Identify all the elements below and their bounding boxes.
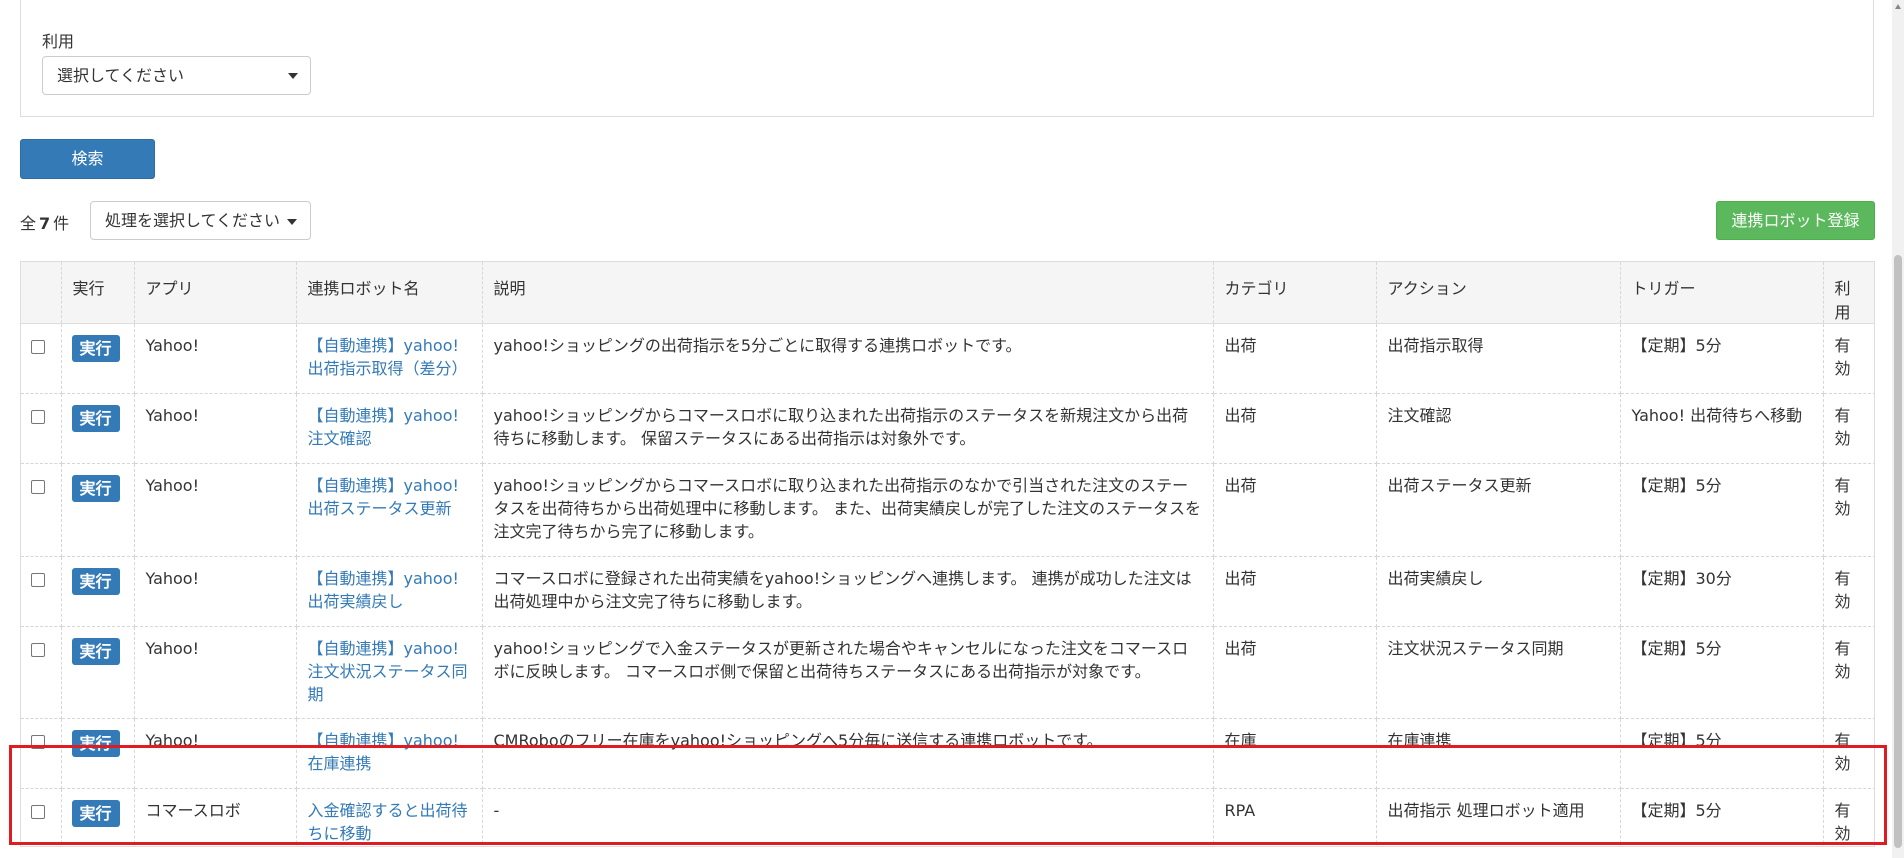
row-checkbox[interactable] bbox=[31, 805, 45, 819]
register-robot-button[interactable]: 連携ロボット登録 bbox=[1716, 201, 1875, 240]
table-row: 実行 コマースロボ 入金確認すると出荷待ちに移動 - RPA 出荷指示 処理ロボ… bbox=[21, 788, 1874, 846]
table-row: 実行 Yahoo! 【自動連携】yahoo!出荷ステータス更新 yahoo!ショ… bbox=[21, 463, 1874, 557]
cell-category: 出荷 bbox=[1213, 323, 1377, 394]
filter-panel: 利用 選択してください bbox=[20, 0, 1874, 117]
cell-app: Yahoo! bbox=[134, 323, 297, 394]
cell-app: Yahoo! bbox=[134, 393, 297, 464]
robot-name-link[interactable]: 【自動連携】yahoo!出荷実績戻し bbox=[308, 569, 459, 611]
usage-filter-value: 選択してください bbox=[57, 66, 185, 85]
table-row: 実行 Yahoo! 【自動連携】yahoo!在庫連携 CMRoboのフリー在庫を… bbox=[21, 718, 1874, 789]
cell-action: 在庫連携 bbox=[1376, 718, 1621, 789]
scroll-up-arrow-icon[interactable] bbox=[1895, 4, 1901, 9]
table-row: 実行 Yahoo! 【自動連携】yahoo!注文状況ステータス同期 yahoo!… bbox=[21, 626, 1874, 719]
chevron-down-icon bbox=[287, 219, 297, 225]
header-robot-name: 連携ロボット名 bbox=[296, 262, 483, 324]
row-checkbox[interactable] bbox=[31, 643, 45, 657]
robot-name-link[interactable]: 【自動連携】yahoo!在庫連携 bbox=[308, 731, 459, 773]
result-count-number: 7 bbox=[39, 214, 51, 233]
row-checkbox[interactable] bbox=[31, 735, 45, 749]
cell-trigger: 【定期】5分 bbox=[1620, 323, 1824, 394]
run-button[interactable]: 実行 bbox=[71, 568, 120, 595]
cell-trigger: 【定期】30分 bbox=[1620, 556, 1824, 627]
run-button[interactable]: 実行 bbox=[71, 335, 120, 362]
run-button[interactable]: 実行 bbox=[71, 405, 120, 432]
cell-category: 出荷 bbox=[1213, 626, 1377, 719]
result-count: 全7件 bbox=[20, 210, 69, 234]
cell-app: Yahoo! bbox=[134, 463, 297, 557]
table-row: 実行 Yahoo! 【自動連携】yahoo!注文確認 yahoo!ショッピングか… bbox=[21, 393, 1874, 464]
cell-usage: 有効 bbox=[1823, 323, 1874, 394]
row-checkbox[interactable] bbox=[31, 480, 45, 494]
header-trigger: トリガー bbox=[1620, 262, 1824, 324]
cell-description: - bbox=[482, 788, 1214, 846]
row-checkbox[interactable] bbox=[31, 573, 45, 587]
cell-usage: 有効 bbox=[1823, 463, 1874, 557]
usage-filter-select[interactable]: 選択してください bbox=[42, 56, 311, 95]
result-count-suffix: 件 bbox=[53, 214, 70, 233]
cell-action: 注文状況ステータス同期 bbox=[1376, 626, 1621, 719]
cell-category: 出荷 bbox=[1213, 393, 1377, 464]
cell-trigger: Yahoo! 出荷待ちへ移動 bbox=[1620, 393, 1824, 464]
cell-action: 出荷指示 処理ロボット適用 bbox=[1376, 788, 1621, 846]
cell-description: yahoo!ショッピングからコマースロボに取り込まれた出荷指示のなかで引当された… bbox=[482, 463, 1214, 557]
search-button[interactable]: 検索 bbox=[20, 139, 155, 179]
cell-description: コマースロボに登録された出荷実績をyahoo!ショッピングへ連携します。 連携が… bbox=[482, 556, 1214, 627]
cell-category: RPA bbox=[1213, 788, 1377, 846]
row-checkbox[interactable] bbox=[31, 340, 45, 354]
cell-trigger: 【定期】5分 bbox=[1620, 788, 1824, 846]
header-usage: 利用 bbox=[1823, 262, 1874, 324]
cell-action: 出荷指示取得 bbox=[1376, 323, 1621, 394]
result-count-prefix: 全 bbox=[20, 214, 37, 233]
cell-usage: 有効 bbox=[1823, 556, 1874, 627]
cell-action: 注文確認 bbox=[1376, 393, 1621, 464]
run-button[interactable]: 実行 bbox=[71, 730, 120, 757]
cell-usage: 有効 bbox=[1823, 626, 1874, 719]
cell-trigger: 【定期】5分 bbox=[1620, 463, 1824, 557]
cell-usage: 有効 bbox=[1823, 788, 1874, 846]
bulk-action-value: 処理を選択してください bbox=[105, 211, 281, 230]
chevron-down-icon bbox=[288, 73, 298, 79]
cell-description: yahoo!ショッピングで入金ステータスが更新された場合やキャンセルになった注文… bbox=[482, 626, 1214, 719]
header-action: アクション bbox=[1376, 262, 1621, 324]
scrollbar-thumb[interactable] bbox=[1894, 255, 1902, 848]
table-row: 実行 Yahoo! 【自動連携】yahoo!出荷指示取得（差分） yahoo!シ… bbox=[21, 323, 1874, 394]
cell-trigger: 【定期】5分 bbox=[1620, 718, 1824, 789]
usage-filter-label: 利用 bbox=[42, 32, 75, 51]
run-button[interactable]: 実行 bbox=[71, 800, 120, 827]
cell-description: CMRoboのフリー在庫をyahoo!ショッピングへ5分毎に送信する連携ロボット… bbox=[482, 718, 1214, 789]
cell-description: yahoo!ショッピングからコマースロボに取り込まれた出荷指示のステータスを新規… bbox=[482, 393, 1214, 464]
cell-action: 出荷ステータス更新 bbox=[1376, 463, 1621, 557]
header-run: 実行 bbox=[61, 262, 135, 324]
cell-category: 在庫 bbox=[1213, 718, 1377, 789]
run-button[interactable]: 実行 bbox=[71, 475, 120, 502]
header-app: アプリ bbox=[134, 262, 297, 324]
robot-table-container: 実行 アプリ 連携ロボット名 説明 カテゴリ アクション トリガー 利用 実行 … bbox=[20, 261, 1875, 847]
header-category: カテゴリ bbox=[1213, 262, 1377, 324]
cell-app: Yahoo! bbox=[134, 626, 297, 719]
robot-name-link[interactable]: 【自動連携】yahoo!出荷指示取得（差分） bbox=[308, 336, 468, 378]
robot-table: 実行 アプリ 連携ロボット名 説明 カテゴリ アクション トリガー 利用 実行 … bbox=[21, 262, 1874, 846]
cell-action: 出荷実績戻し bbox=[1376, 556, 1621, 627]
cell-app: コマースロボ bbox=[134, 788, 297, 846]
table-header-row: 実行 アプリ 連携ロボット名 説明 カテゴリ アクション トリガー 利用 bbox=[21, 262, 1874, 324]
bulk-action-select[interactable]: 処理を選択してください bbox=[90, 201, 311, 240]
header-description: 説明 bbox=[482, 262, 1214, 324]
cell-app: Yahoo! bbox=[134, 718, 297, 789]
robot-name-link[interactable]: 【自動連携】yahoo!出荷ステータス更新 bbox=[308, 476, 459, 518]
table-row: 実行 Yahoo! 【自動連携】yahoo!出荷実績戻し コマースロボに登録され… bbox=[21, 556, 1874, 627]
cell-category: 出荷 bbox=[1213, 556, 1377, 627]
header-select bbox=[21, 262, 62, 324]
cell-usage: 有効 bbox=[1823, 718, 1874, 789]
robot-name-link[interactable]: 入金確認すると出荷待ちに移動 bbox=[308, 801, 468, 843]
cell-category: 出荷 bbox=[1213, 463, 1377, 557]
robot-name-link[interactable]: 【自動連携】yahoo!注文状況ステータス同期 bbox=[308, 639, 468, 704]
cell-usage: 有効 bbox=[1823, 393, 1874, 464]
vertical-scrollbar[interactable] bbox=[1892, 0, 1904, 858]
cell-description: yahoo!ショッピングの出荷指示を5分ごとに取得する連携ロボットです。 bbox=[482, 323, 1214, 394]
robot-name-link[interactable]: 【自動連携】yahoo!注文確認 bbox=[308, 406, 459, 448]
cell-trigger: 【定期】5分 bbox=[1620, 626, 1824, 719]
row-checkbox[interactable] bbox=[31, 410, 45, 424]
run-button[interactable]: 実行 bbox=[71, 638, 120, 665]
cell-app: Yahoo! bbox=[134, 556, 297, 627]
